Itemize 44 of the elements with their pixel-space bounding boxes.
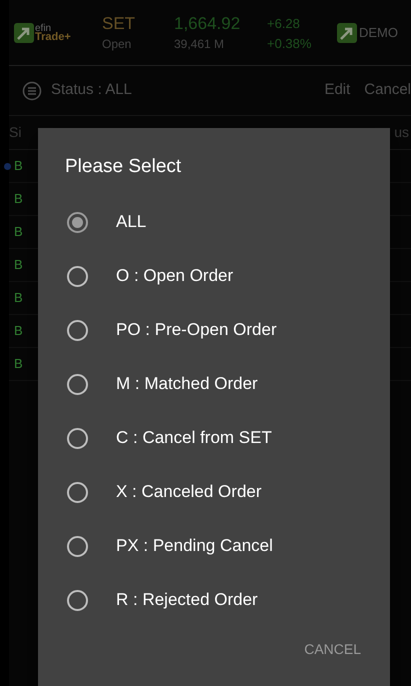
volume-value: 39,461 M: [174, 36, 226, 52]
radio-button[interactable]: [67, 212, 88, 232]
change-percent: +0.38%: [267, 34, 312, 52]
logo-text: efin: [35, 24, 52, 32]
option-label: PX : Pending Cancel: [116, 535, 273, 558]
change-value: +6.28: [267, 14, 301, 32]
radio-option[interactable]: PX : Pending Cancel: [38, 519, 390, 573]
radio-option[interactable]: ALL: [38, 195, 390, 249]
radio-option[interactable]: O : Open Order: [38, 249, 390, 303]
side-text: B: [14, 256, 23, 274]
market-name: SET: [102, 12, 136, 34]
side-text: B: [14, 223, 23, 242]
side-text: B: [14, 157, 23, 176]
radio-button[interactable]: [67, 590, 88, 610]
radio-option[interactable]: X : Canceled Order: [38, 465, 390, 519]
option-label: X : Canceled Order: [116, 481, 262, 504]
side-text: B: [14, 289, 23, 308]
radio-button[interactable]: [67, 536, 88, 556]
session-status: Open: [102, 36, 132, 52]
option-label: O : Open Order: [116, 265, 234, 288]
option-label: ALL: [116, 211, 146, 234]
radio-button[interactable]: [67, 320, 88, 340]
logo-text: Trade+: [35, 32, 71, 42]
radio-option[interactable]: M : Matched Order: [38, 357, 390, 411]
demo-icon: [337, 22, 357, 42]
option-label: C : Cancel from SET: [116, 427, 272, 450]
option-label: M : Matched Order: [116, 373, 258, 396]
radio-button[interactable]: [67, 266, 88, 286]
index-value: 1,664.92: [174, 12, 242, 34]
radio-button[interactable]: [67, 374, 88, 394]
side-text: B: [14, 355, 23, 374]
logo-icon: [14, 22, 34, 42]
radio-button[interactable]: [67, 428, 88, 448]
cancel-button[interactable]: CANCEL: [302, 639, 363, 660]
option-label: PO : Pre-Open Order: [116, 319, 277, 342]
option-label: R : Rejected Order: [116, 589, 258, 612]
side-text: B: [14, 190, 23, 208]
radio-button[interactable]: [67, 482, 88, 502]
mode-label: DEMO: [359, 24, 398, 42]
radio-option[interactable]: C : Cancel from SET: [38, 411, 390, 465]
side-text: B: [14, 322, 23, 340]
radio-option[interactable]: PO : Pre-Open Order: [38, 303, 390, 357]
radio-option[interactable]: R : Rejected Order: [38, 573, 390, 627]
dialog-title: Please Select: [65, 155, 182, 179]
